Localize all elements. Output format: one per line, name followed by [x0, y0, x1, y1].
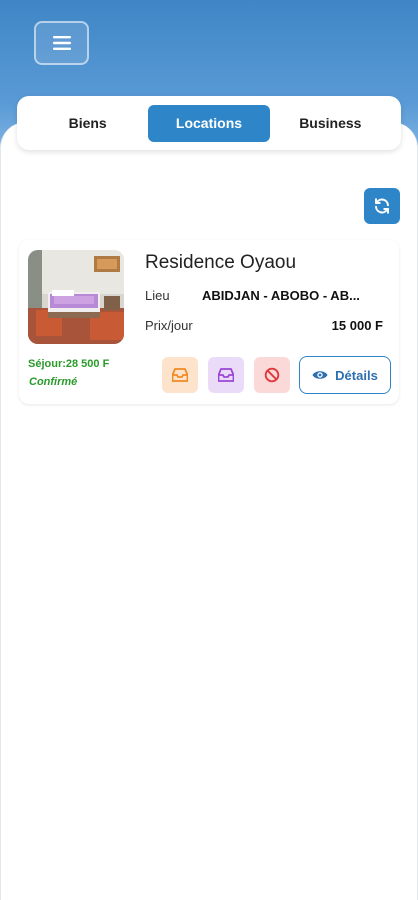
lieu-value: ABIDJAN - ABOBO - AB...: [202, 288, 360, 303]
status-badge: Confirmé: [29, 376, 78, 388]
details-button[interactable]: Détails: [299, 356, 391, 394]
details-label: Détails: [335, 367, 378, 383]
bedroom-photo: [28, 250, 124, 344]
cancel-icon: [264, 367, 280, 383]
refresh-icon: [375, 198, 389, 214]
sejour-amount: Séjour:28 500 F: [28, 358, 110, 370]
property-photo: [28, 250, 124, 344]
tab-bar: Biens Locations Business: [17, 96, 401, 150]
eye-icon: [312, 371, 328, 379]
inbox-tray-icon: [172, 368, 188, 382]
prix-value: 15 000 F: [331, 318, 383, 333]
tab-biens[interactable]: Biens: [27, 105, 148, 142]
tab-locations[interactable]: Locations: [148, 104, 270, 142]
prix-label: Prix/jour: [145, 318, 193, 333]
lieu-label: Lieu: [145, 288, 170, 303]
content-sheet: [0, 122, 418, 900]
menu-button[interactable]: [34, 21, 89, 65]
tab-business[interactable]: Business: [270, 105, 391, 142]
action-purple-button[interactable]: [208, 357, 244, 393]
rental-card[interactable]: Residence Oyaou Lieu ABIDJAN - ABOBO - A…: [19, 240, 399, 404]
property-name: Residence Oyaou: [145, 252, 297, 273]
cancel-button[interactable]: [254, 357, 290, 393]
action-orange-button[interactable]: [162, 357, 198, 393]
hamburger-icon: [52, 36, 71, 50]
inbox-tray-icon: [218, 368, 234, 382]
refresh-button[interactable]: [364, 188, 400, 224]
